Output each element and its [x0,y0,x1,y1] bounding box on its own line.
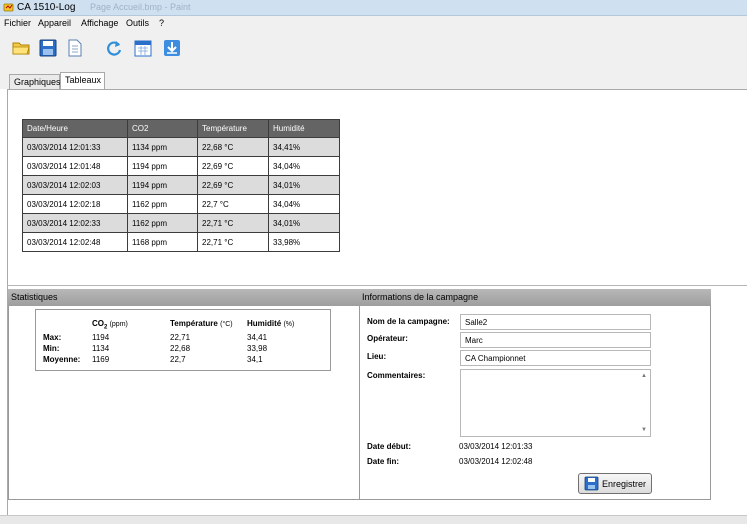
stat-head-humidity: Humidité (%) [247,319,295,328]
cell-humidity[interactable]: 34,04% [268,156,340,176]
download-icon[interactable] [162,38,182,58]
splitter[interactable] [7,285,747,286]
cell-co2[interactable]: 1194 ppm [127,175,198,195]
cell-datetime[interactable]: 03/03/2014 12:02:33 [22,213,128,233]
table-row[interactable]: 03/03/2014 12:02:33 1162 ppm 22,71 °C 34… [22,213,340,233]
operator-field[interactable]: Marc [460,332,651,348]
title-bar: CA 1510-Log Page Accueil.bmp - Paint [0,0,747,16]
campaign-name-label: Nom de la campagne: [367,317,450,326]
tab-tableaux[interactable]: Tableaux [60,72,105,89]
cell-co2[interactable]: 1134 ppm [127,137,198,157]
start-date-label: Date début: [367,442,411,451]
cell-co2[interactable]: 1162 ppm [127,194,198,214]
save-button[interactable]: Enregistrer [578,473,652,494]
table-row[interactable]: 03/03/2014 12:02:03 1194 ppm 22,69 °C 34… [22,175,340,195]
background-window-title: Page Accueil.bmp - Paint [90,2,191,12]
menu-fichier[interactable]: Fichier [4,18,31,28]
cell-humidity[interactable]: 34,41% [268,137,340,157]
stat-avg-humidity: 34,1 [247,355,263,364]
cell-datetime[interactable]: 03/03/2014 12:01:48 [22,156,128,176]
campaign-name-field[interactable]: Salle2 [460,314,651,330]
measurements-table: Date/Heure CO2 Température Humidité 03/0… [22,119,340,252]
cell-co2[interactable]: 1162 ppm [127,213,198,233]
cell-datetime[interactable]: 03/03/2014 12:01:33 [22,137,128,157]
stat-min-humidity: 33,98 [247,344,268,353]
window-title: CA 1510-Log [17,2,76,13]
cell-humidity[interactable]: 34,01% [268,213,340,233]
cell-humidity[interactable]: 34,01% [268,175,340,195]
save-disk-icon [584,476,599,491]
stat-label-average: Moyenne: [43,355,81,364]
operator-label: Opérateur: [367,334,408,343]
start-date-value: 03/03/2014 12:01:33 [459,442,533,451]
cell-datetime[interactable]: 03/03/2014 12:02:18 [22,194,128,214]
save-disk-icon[interactable] [38,38,58,58]
scroll-down-icon[interactable]: ▼ [641,427,647,433]
stat-max-temperature: 22,71 [170,333,191,342]
cell-temperature[interactable]: 22,68 °C [197,137,269,157]
end-date-label: Date fin: [367,457,399,466]
statistics-header: Statistiques [8,289,360,306]
calendar-icon[interactable] [133,38,153,58]
place-field[interactable]: CA Championnet [460,350,651,366]
stat-label-min: Min: [43,344,60,353]
cell-datetime[interactable]: 03/03/2014 12:02:48 [22,232,128,252]
table-row[interactable]: 03/03/2014 12:02:18 1162 ppm 22,7 °C 34,… [22,194,340,214]
document-icon[interactable] [65,38,85,58]
table-row[interactable]: 03/03/2014 12:01:33 1134 ppm 22,68 °C 34… [22,137,340,157]
cell-humidity[interactable]: 34,04% [268,194,340,214]
refresh-icon[interactable] [104,38,124,58]
cell-datetime[interactable]: 03/03/2014 12:02:03 [22,175,128,195]
comments-textarea[interactable]: ▲ ▼ [460,369,651,437]
column-header-temperature[interactable]: Température [197,119,269,138]
end-date-value: 03/03/2014 12:02:48 [459,457,533,466]
table-row[interactable]: 03/03/2014 12:02:48 1168 ppm 22,71 °C 33… [22,232,340,252]
save-button-label: Enregistrer [602,479,647,489]
stat-label-max: Max: [43,333,62,342]
stat-head-co2: CO2 (ppm) [92,319,128,331]
stat-max-humidity: 34,41 [247,333,268,342]
stat-min-co2: 1134 [92,344,110,353]
column-header-datetime[interactable]: Date/Heure [22,119,128,138]
statistics-panel: CO2 (ppm) Température (°C) Humidité (%) … [35,309,331,371]
menu-outils[interactable]: Outils [126,18,149,28]
stat-avg-temperature: 22,7 [170,355,186,364]
app-icon [3,3,14,12]
cell-co2[interactable]: 1168 ppm [127,232,198,252]
menu-appareil[interactable]: Appareil [38,18,71,28]
place-label: Lieu: [367,352,387,361]
cell-co2[interactable]: 1194 ppm [127,156,198,176]
stat-avg-co2: 1169 [92,355,110,364]
scroll-up-icon[interactable]: ▲ [641,373,647,379]
status-bar [0,515,747,524]
cell-temperature[interactable]: 22,71 °C [197,213,269,233]
tab-strip: Graphiques Tableaux [0,68,747,89]
campaign-header: Informations de la campagne [359,289,711,306]
tab-graphiques[interactable]: Graphiques [9,74,61,89]
cell-humidity[interactable]: 33,98% [268,232,340,252]
column-header-co2[interactable]: CO2 [127,119,198,138]
table-row[interactable]: 03/03/2014 12:01:48 1194 ppm 22,69 °C 34… [22,156,340,176]
cell-temperature[interactable]: 22,69 °C [197,156,269,176]
open-folder-icon[interactable] [11,38,31,58]
stat-head-temperature: Température (°C) [170,319,233,328]
toolbar [0,30,747,68]
cell-temperature[interactable]: 22,69 °C [197,175,269,195]
menu-affichage[interactable]: Affichage [81,18,118,28]
cell-temperature[interactable]: 22,7 °C [197,194,269,214]
menu-bar: Fichier Appareil Affichage Outils ? [0,16,747,30]
stat-min-temperature: 22,68 [170,344,191,353]
menu-help[interactable]: ? [159,18,164,28]
comments-label: Commentaires: [367,371,426,380]
column-header-humidity[interactable]: Humidité [268,119,340,138]
cell-temperature[interactable]: 22,71 °C [197,232,269,252]
stat-max-co2: 1194 [92,333,110,342]
